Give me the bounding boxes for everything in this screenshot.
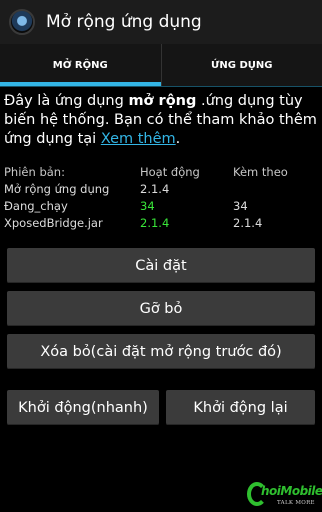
version-row-active: 2.1.4 <box>140 216 170 230</box>
version-row-bundled: 2.1.4 <box>233 216 263 230</box>
description-part1: Đây là ứng dụng <box>4 93 129 109</box>
version-row-label: XposedBridge.jar <box>4 216 103 230</box>
tab-divider <box>0 86 322 87</box>
version-table: Phiên bản: Hoạt động Kèm theo Mở rộng ứn… <box>4 164 314 232</box>
uninstall-button[interactable]: Gỡ bỏ <box>7 291 315 326</box>
action-bar: Mở rộng ứng dụng <box>0 0 322 44</box>
description-end: . <box>175 131 181 147</box>
soft-reboot-button[interactable]: Khởi động(nhanh) <box>7 390 159 425</box>
version-row-bundled: 34 <box>233 199 248 213</box>
description-text: Đây là ứng dụng mở rộng .ứng dụng tùy bi… <box>4 92 318 149</box>
watermark-tagline: TALK MORE <box>277 500 315 506</box>
install-button[interactable]: Cài đặt <box>7 248 315 283</box>
watermark-brand: hoiMobile <box>261 484 322 498</box>
tab-extensions[interactable]: MỞ RỘNG <box>0 44 161 86</box>
version-row-active: 2.1.4 <box>140 182 170 196</box>
app-title: Mở rộng ứng dụng <box>46 12 202 32</box>
reboot-button[interactable]: Khởi động lại <box>166 390 315 425</box>
description-bold: mở rộng <box>128 93 197 109</box>
version-row-label: Đang_chạy <box>4 199 68 213</box>
xposed-app-icon[interactable] <box>9 9 35 35</box>
remove-previous-button[interactable]: Xóa bỏ(cài đặt mở rộng trước đó) <box>7 334 315 369</box>
version-row-active: 34 <box>140 199 155 213</box>
version-row-label: Mở rộng ứng dụng <box>4 182 110 196</box>
more-info-link[interactable]: Xem thêm <box>101 131 176 147</box>
tab-apps[interactable]: ỨNG DỤNG <box>160 44 322 86</box>
version-row-bundled <box>233 181 314 198</box>
tab-bar: MỞ RỘNG ỨNG DỤNG <box>0 44 322 86</box>
version-header-label: Phiên bản: <box>4 165 65 179</box>
watermark-logo: hoiMobile TALK MORE <box>247 480 322 510</box>
version-header-active: Hoạt động <box>140 165 200 179</box>
version-header-bundled: Kèm theo <box>233 165 288 179</box>
